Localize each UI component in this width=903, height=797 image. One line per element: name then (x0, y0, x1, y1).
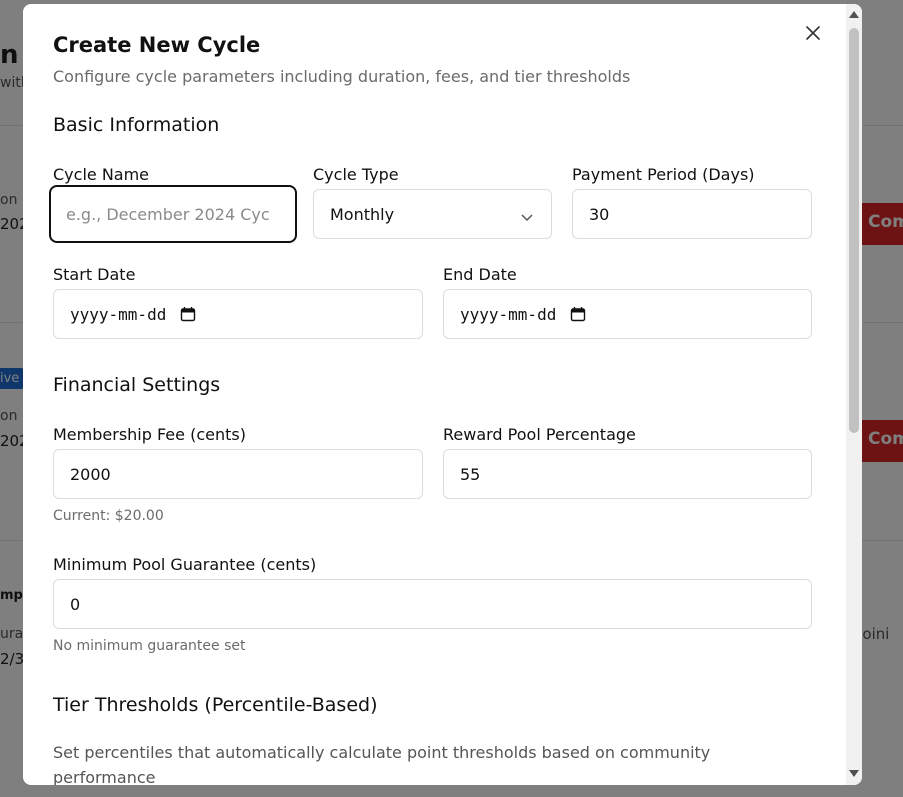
create-cycle-dialog: Create New Cycle Configure cycle paramet… (23, 4, 862, 785)
payment-period-input[interactable]: 30 (572, 189, 812, 239)
min-pool-input[interactable]: 0 (53, 579, 812, 629)
reward-pool-value: 55 (460, 464, 481, 484)
scrollbar[interactable] (846, 4, 862, 785)
reward-pool-label: Reward Pool Percentage (443, 425, 636, 444)
basic-info-heading: Basic Information (53, 114, 220, 136)
cycle-type-value: Monthly (330, 204, 395, 224)
scrollbar-thumb[interactable] (849, 28, 859, 433)
tier-thresholds-description: Set percentiles that automatically calcu… (53, 743, 711, 785)
reward-pool-input[interactable]: 55 (443, 449, 812, 499)
scroll-up-icon[interactable] (848, 8, 860, 20)
dialog-title: Create New Cycle (53, 33, 261, 57)
close-icon[interactable] (802, 22, 824, 44)
min-pool-hint: No minimum guarantee set (53, 638, 246, 654)
cycle-type-label: Cycle Type (313, 165, 399, 184)
chevron-down-icon (521, 207, 533, 226)
cycle-name-placeholder: e.g., December 2024 Cyc (66, 204, 270, 224)
cycle-type-select[interactable]: Monthly (313, 189, 552, 239)
payment-period-label: Payment Period (Days) (572, 165, 755, 184)
membership-fee-label: Membership Fee (cents) (53, 425, 246, 444)
membership-fee-value: 2000 (70, 464, 111, 484)
financial-settings-heading: Financial Settings (53, 374, 221, 396)
start-date-input[interactable]: yyyy-mm-dd (53, 289, 423, 339)
payment-period-value: 30 (589, 204, 610, 224)
calendar-icon[interactable] (570, 306, 586, 322)
scroll-down-icon[interactable] (848, 767, 860, 779)
tier-thresholds-heading: Tier Thresholds (Percentile-Based) (53, 694, 378, 716)
cycle-name-label: Cycle Name (53, 165, 150, 184)
dialog-subtitle: Configure cycle parameters including dur… (53, 67, 631, 86)
end-date-value: yyyy-mm-dd (460, 304, 557, 324)
membership-fee-input[interactable]: 2000 (53, 449, 423, 499)
cycle-name-input[interactable]: e.g., December 2024 Cyc (49, 185, 297, 243)
min-pool-label: Minimum Pool Guarantee (cents) (53, 555, 317, 574)
membership-fee-hint: Current: $20.00 (53, 508, 164, 524)
start-date-label: Start Date (53, 265, 136, 284)
calendar-icon[interactable] (180, 306, 196, 322)
end-date-input[interactable]: yyyy-mm-dd (443, 289, 812, 339)
end-date-label: End Date (443, 265, 517, 284)
min-pool-value: 0 (70, 594, 81, 614)
start-date-value: yyyy-mm-dd (70, 304, 167, 324)
